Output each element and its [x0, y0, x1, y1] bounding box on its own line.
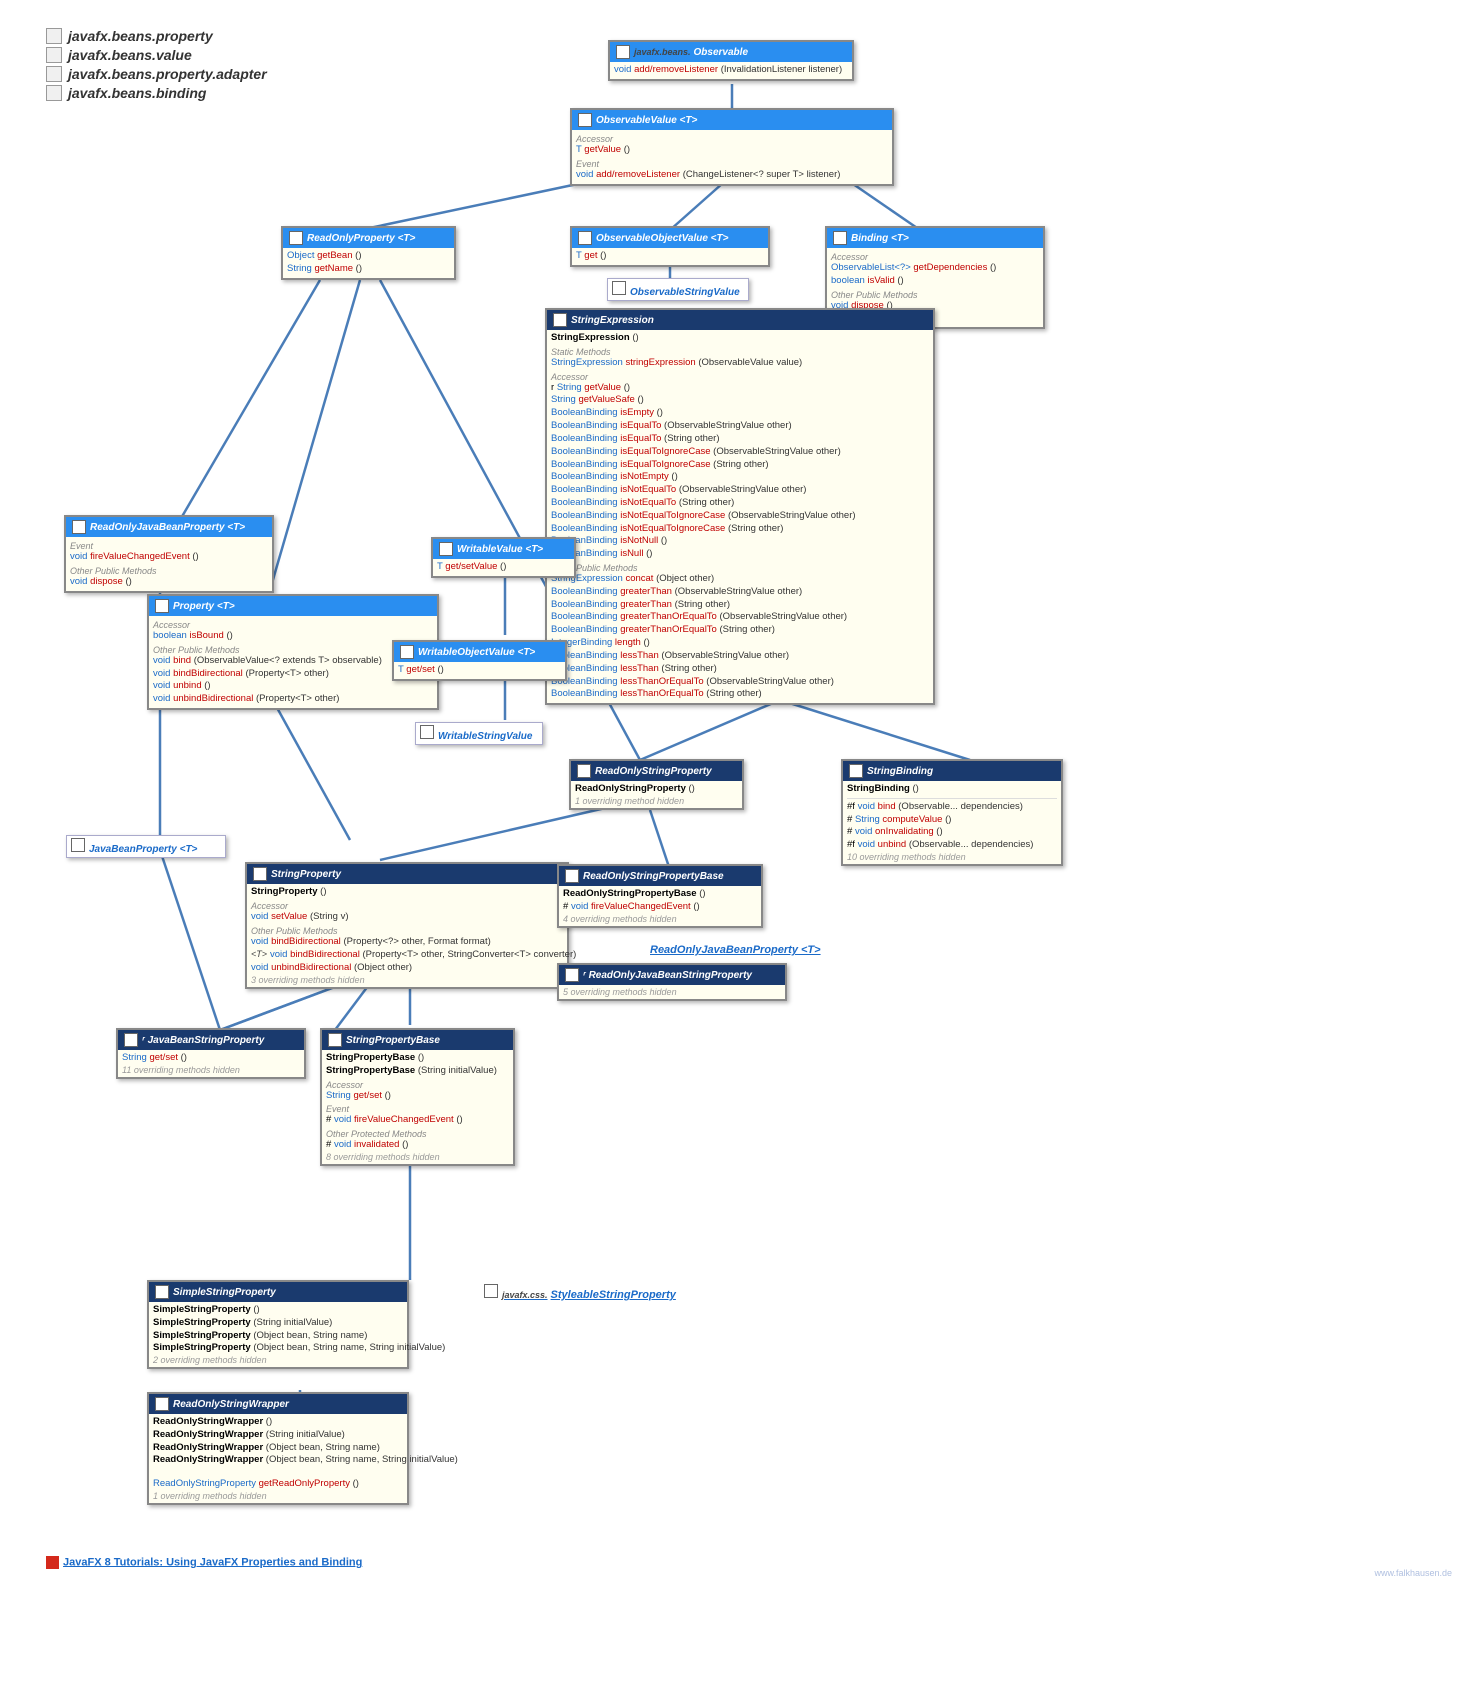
class-header: javafx.beans.Observable [610, 42, 852, 62]
interface-icon [612, 281, 626, 295]
interface-icon [72, 520, 86, 534]
legend-item: javafx.beans.value [46, 47, 267, 63]
class-header-link: WritableStringValue [416, 723, 542, 744]
class-ReadOnlyJavaBeanProperty[interactable]: ReadOnlyJavaBeanProperty <T> Event void … [64, 515, 274, 593]
class-ObservableValue[interactable]: ObservableValue <T> Accessor T getValue … [570, 108, 894, 186]
class-ReadOnlyStringWrapper[interactable]: ReadOnlyStringWrapper ReadOnlyStringWrap… [147, 1392, 409, 1505]
class-icon [577, 764, 591, 778]
interface-icon [71, 838, 85, 852]
package-icon [46, 47, 62, 63]
interface-icon [578, 231, 592, 245]
class-JavaBeanProperty[interactable]: JavaBeanProperty <T> [66, 835, 226, 858]
legend-item: javafx.beans.property [46, 28, 267, 44]
class-ReadOnlyProperty[interactable]: ReadOnlyProperty <T> Object getBean () S… [281, 226, 456, 280]
class-header: ReadOnlyProperty <T> [283, 228, 454, 248]
class-icon [124, 1033, 138, 1047]
class-header: ReadOnlyJavaBeanProperty <T> [66, 517, 272, 537]
class-icon [328, 1033, 342, 1047]
class-icon [155, 1285, 169, 1299]
class-StringPropertyBase[interactable]: StringPropertyBase StringPropertyBase ()… [320, 1028, 515, 1166]
class-ObservableStringValue[interactable]: ObservableStringValue [607, 278, 749, 301]
class-StringBinding[interactable]: StringBinding StringBinding ()#f void bi… [841, 759, 1063, 866]
class-header: Binding <T> [827, 228, 1043, 248]
class-icon [565, 968, 579, 982]
legend-item: javafx.beans.property.adapter [46, 66, 267, 82]
legend-item: javafx.beans.binding [46, 85, 267, 101]
link-StyleableStringProperty[interactable]: javafx.css.StyleableStringProperty [484, 1284, 676, 1301]
class-header: ObservableObjectValue <T> [572, 228, 768, 248]
class-StringExpression[interactable]: StringExpression StringExpression ()Stat… [545, 308, 935, 705]
class-header: ʳ ReadOnlyJavaBeanStringProperty [559, 965, 785, 985]
interface-icon [420, 725, 434, 739]
class-WritableValue[interactable]: WritableValue <T> T get/setValue () [431, 537, 576, 578]
link-ReadOnlyJavaBeanProperty[interactable]: ReadOnlyJavaBeanProperty <T> [650, 944, 821, 956]
class-Observable[interactable]: javafx.beans.Observable void add/removeL… [608, 40, 854, 81]
class-ObservableObjectValue[interactable]: ObservableObjectValue <T> T get () [570, 226, 770, 267]
class-header: StringExpression [547, 310, 933, 330]
interface-icon [289, 231, 303, 245]
class-header: ʳ JavaBeanStringProperty [118, 1030, 304, 1050]
interface-icon [616, 45, 630, 59]
class-header: ObservableValue <T> [572, 110, 892, 130]
package-icon [46, 85, 62, 101]
class-ReadOnlyStringProperty[interactable]: ReadOnlyStringProperty ReadOnlyStringPro… [569, 759, 744, 810]
class-header: StringPropertyBase [322, 1030, 513, 1050]
class-header: WritableValue <T> [433, 539, 574, 559]
package-icon [46, 28, 62, 44]
class-header: ReadOnlyStringProperty [571, 761, 742, 781]
class-ReadOnlyJavaBeanStringProperty[interactable]: ʳ ReadOnlyJavaBeanStringProperty 5 overr… [557, 963, 787, 1001]
interface-icon [833, 231, 847, 245]
class-icon [565, 869, 579, 883]
package-icon [46, 66, 62, 82]
class-WritableObjectValue[interactable]: WritableObjectValue <T> T get/set () [392, 640, 567, 681]
interface-icon [439, 542, 453, 556]
class-header: StringProperty [247, 864, 567, 884]
class-icon [253, 867, 267, 881]
class-icon [553, 313, 567, 327]
class-header: WritableObjectValue <T> [394, 642, 565, 662]
class-header: ReadOnlyStringWrapper [149, 1394, 407, 1414]
interface-icon [578, 113, 592, 127]
class-header: SimpleStringProperty [149, 1282, 407, 1302]
interface-icon [400, 645, 414, 659]
class-icon [849, 764, 863, 778]
site-credit: www.falkhausen.de [1374, 1568, 1452, 1578]
interface-icon [155, 599, 169, 613]
class-icon [155, 1397, 169, 1411]
class-SimpleStringProperty[interactable]: SimpleStringProperty SimpleStringPropert… [147, 1280, 409, 1369]
class-header: StringBinding [843, 761, 1061, 781]
class-icon [484, 1284, 498, 1298]
class-header-link: JavaBeanProperty <T> [67, 836, 225, 857]
class-JavaBeanStringProperty[interactable]: ʳ JavaBeanStringProperty String get/set … [116, 1028, 306, 1079]
class-header-link: ObservableStringValue [608, 279, 748, 300]
class-WritableStringValue[interactable]: WritableStringValue [415, 722, 543, 745]
class-ReadOnlyStringPropertyBase[interactable]: ReadOnlyStringPropertyBase ReadOnlyStrin… [557, 864, 763, 928]
package-legend: javafx.beans.property javafx.beans.value… [46, 28, 267, 104]
class-header: ReadOnlyStringPropertyBase [559, 866, 761, 886]
footer-tutorial-link[interactable]: JavaFX 8 Tutorials: Using JavaFX Propert… [46, 1556, 362, 1569]
oracle-icon [46, 1556, 59, 1569]
class-header: Property <T> [149, 596, 437, 616]
class-StringProperty[interactable]: StringProperty StringProperty () Accesso… [245, 862, 569, 989]
